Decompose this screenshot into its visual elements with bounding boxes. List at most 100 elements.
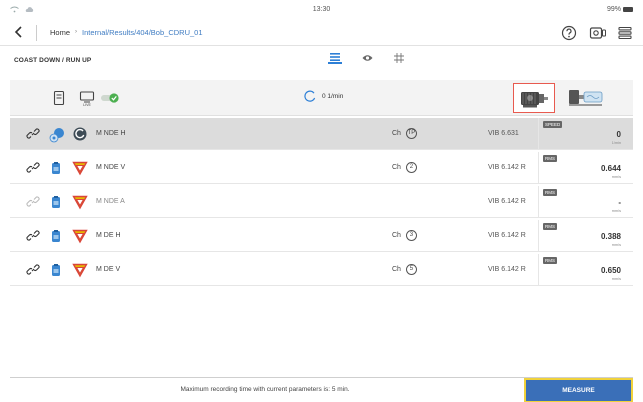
machine-view-button[interactable] bbox=[513, 83, 555, 113]
channel-label: Ch bbox=[392, 130, 401, 137]
channel: Ch 2 bbox=[392, 162, 417, 173]
value-type-badge: RMS bbox=[543, 223, 557, 230]
footer-bar: Maximum recording time with current para… bbox=[10, 377, 633, 402]
measurement-name: M NDE V bbox=[96, 164, 126, 171]
svg-text:LIVE: LIVE bbox=[83, 103, 91, 107]
nav-actions bbox=[561, 25, 633, 41]
list-icon bbox=[330, 53, 340, 61]
channel-number: TP bbox=[405, 128, 417, 139]
velocity-measurement-icon bbox=[72, 194, 88, 210]
battery-status: 99% bbox=[607, 6, 633, 13]
speed-readout: 0 1/min bbox=[304, 90, 343, 102]
value-cell: RMS 0.650 mm/s bbox=[538, 254, 633, 285]
recording-time-message: Maximum recording time with current para… bbox=[180, 386, 350, 393]
sensor-device: VIB 6.142 R bbox=[488, 198, 526, 205]
rpm-gauge-icon bbox=[304, 90, 316, 102]
divider bbox=[36, 25, 37, 41]
battery-percent: 99% bbox=[606, 6, 621, 13]
table-row[interactable]: M NDE V Ch 2 VIB 6.142 R RMS 0.644 mm/s bbox=[10, 152, 633, 184]
measurement-unit: mm/s bbox=[611, 277, 621, 281]
view-tabs bbox=[328, 52, 406, 64]
table-row[interactable]: M DE H Ch 3 VIB 6.142 R RMS 0.388 mm/s bbox=[10, 220, 633, 252]
link-icon[interactable] bbox=[26, 161, 40, 175]
breadcrumb-path[interactable]: Internal/Results/404/Bob_CDRU_01 bbox=[82, 28, 202, 37]
help-icon[interactable] bbox=[561, 25, 577, 41]
table-row[interactable]: M NDE H Ch TP VIB 6.631 SPEED 0 1/min bbox=[10, 118, 633, 150]
velocity-measurement-icon bbox=[72, 228, 88, 244]
measurement-value: - bbox=[618, 198, 621, 207]
link-icon[interactable] bbox=[26, 263, 40, 277]
channel-number: 5 bbox=[405, 264, 417, 275]
measure-button[interactable]: MEASURE bbox=[524, 378, 633, 402]
eye-icon bbox=[362, 55, 372, 61]
value-cell: SPEED 0 1/min bbox=[538, 118, 633, 149]
link-icon[interactable] bbox=[26, 195, 40, 209]
status-time: 13:30 bbox=[312, 6, 331, 13]
measurement-name: M NDE H bbox=[96, 130, 126, 137]
table-row[interactable]: M NDE A VIB 6.142 R RMS - mm/s bbox=[10, 186, 633, 218]
channel-number: 3 bbox=[405, 230, 417, 241]
measurement-unit: mm/s bbox=[611, 243, 621, 247]
sensor-device: VIB 6.142 R bbox=[488, 232, 526, 239]
sensor-device: VIB 6.631 bbox=[488, 130, 519, 137]
device-settings-icon[interactable] bbox=[589, 25, 606, 41]
speed-value: 0 1/min bbox=[322, 92, 344, 100]
back-button[interactable] bbox=[10, 24, 28, 42]
motor-icon bbox=[521, 92, 548, 108]
measurement-name: M DE V bbox=[96, 266, 121, 273]
tab-grid-view[interactable] bbox=[392, 52, 406, 64]
accelerometer-icon bbox=[48, 160, 64, 176]
accelerometer-icon bbox=[48, 194, 64, 210]
measurement-toolbar: LIVE 0 1/min bbox=[10, 80, 633, 116]
channel: Ch TP bbox=[392, 128, 417, 139]
measurement-value: 0.650 bbox=[600, 266, 621, 275]
breadcrumb-home[interactable]: Home bbox=[50, 28, 70, 37]
value-cell: RMS 0.388 mm/s bbox=[538, 220, 633, 251]
channel: Ch 5 bbox=[392, 264, 417, 275]
tab-preview-view[interactable] bbox=[360, 52, 374, 64]
link-icon[interactable] bbox=[26, 229, 40, 243]
sensor-device: VIB 6.142 R bbox=[488, 266, 526, 273]
battery-icon bbox=[623, 7, 633, 12]
live-icon[interactable]: LIVE bbox=[78, 89, 96, 107]
link-icon[interactable] bbox=[26, 127, 40, 141]
menu-icon[interactable] bbox=[617, 25, 633, 41]
channel: Ch 3 bbox=[392, 230, 417, 241]
channel-number: 2 bbox=[405, 162, 417, 173]
value-type-badge: RMS bbox=[543, 189, 557, 196]
sensor-device: VIB 6.142 R bbox=[488, 164, 526, 171]
value-cell: RMS 0.644 mm/s bbox=[538, 152, 633, 183]
breadcrumb-separator-icon: › bbox=[75, 29, 78, 35]
value-type-badge: SPEED bbox=[543, 121, 563, 128]
measurement-unit: mm/s bbox=[611, 209, 621, 213]
accelerometer-icon bbox=[48, 228, 64, 244]
channel-label: Ch bbox=[392, 164, 401, 171]
page-title: COAST DOWN / RUN UP bbox=[14, 57, 92, 64]
value-cell: RMS - mm/s bbox=[538, 186, 633, 217]
value-type-badge: RMS bbox=[543, 155, 557, 162]
channel-label: Ch bbox=[392, 266, 401, 273]
measurement-name: M NDE A bbox=[96, 198, 125, 205]
breadcrumb: Home › Internal/Results/404/Bob_CDRU_01 bbox=[50, 28, 203, 37]
chevron-left-icon bbox=[14, 26, 22, 38]
measurement-value: 0.388 bbox=[600, 232, 621, 241]
measurement-value: 0.644 bbox=[600, 164, 621, 173]
speed-measurement-icon bbox=[72, 126, 88, 142]
machine-train-button[interactable] bbox=[567, 86, 607, 110]
grid-icon bbox=[394, 53, 404, 63]
velocity-measurement-icon bbox=[72, 160, 88, 176]
tab-list-view[interactable] bbox=[328, 52, 342, 64]
section-header: COAST DOWN / RUN UP bbox=[10, 48, 633, 70]
navigation-bar: Home › Internal/Results/404/Bob_CDRU_01 bbox=[0, 20, 643, 46]
table-row[interactable]: M DE V Ch 5 VIB 6.142 R RMS 0.650 mm/s bbox=[10, 254, 633, 286]
measurement-unit: mm/s bbox=[611, 175, 621, 179]
measurement-name: M DE H bbox=[96, 232, 121, 239]
notes-icon[interactable] bbox=[50, 89, 68, 107]
value-type-badge: RMS bbox=[543, 257, 557, 264]
live-toggle[interactable] bbox=[100, 89, 122, 107]
accelerometer-icon bbox=[48, 262, 64, 278]
channel-label: Ch bbox=[392, 232, 401, 239]
measurement-value: 0 bbox=[616, 130, 621, 139]
status-bar: 13:30 99% bbox=[0, 0, 643, 18]
speed-sensor-icon bbox=[48, 126, 64, 143]
